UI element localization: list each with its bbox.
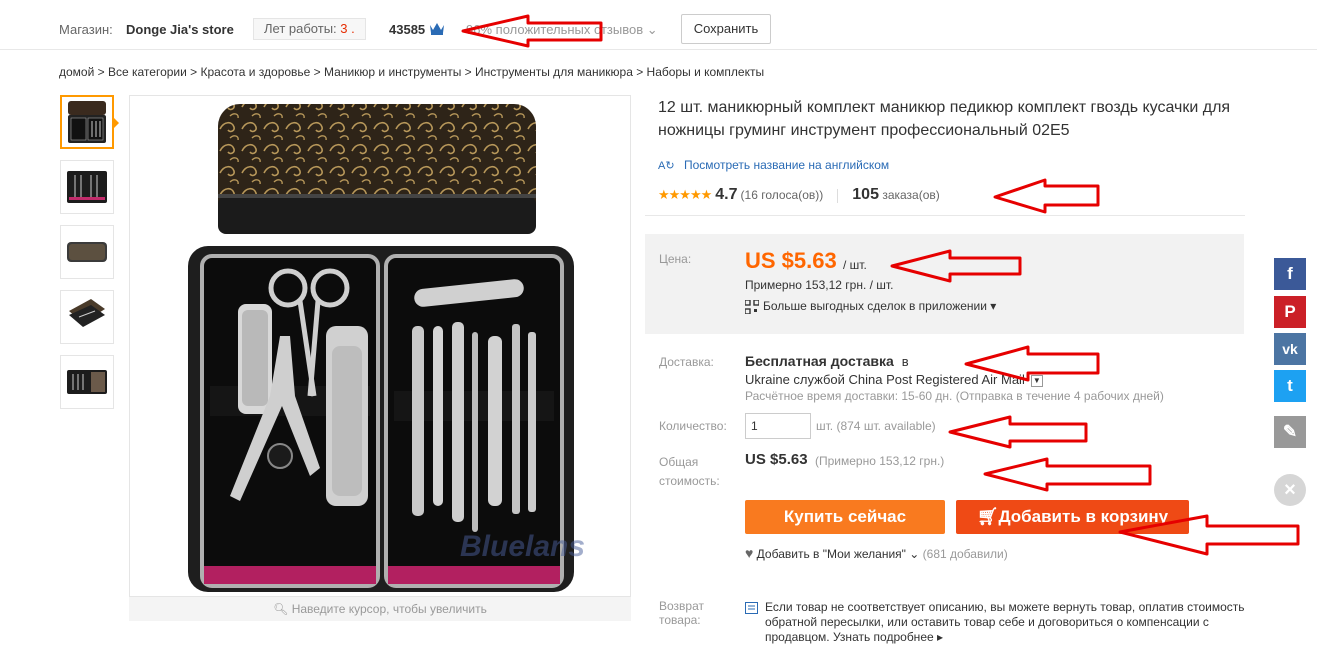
add-to-cart-button[interactable]: 🛒︎Добавить в корзину [956,500,1189,534]
returns-label-line2: товара: [659,613,701,627]
thumbnail-4[interactable] [60,290,114,344]
facebook-icon: f [1287,264,1293,283]
quantity-available: шт. (874 шт. available) [816,419,936,433]
buy-now-button[interactable]: Купить сейчас [745,500,945,534]
crown-icon [430,23,444,35]
shipping-label: Доставка: [659,355,714,369]
watermark-text: Bluelans [460,530,585,563]
cart-icon: 🛒︎ [976,507,999,526]
pencil-icon: ✎ [1282,422,1298,441]
orders-count: 105 [852,186,879,203]
thumbnail-pointer [114,118,119,128]
dropdown-icon[interactable]: ▼ [1030,374,1043,387]
product-title: 12 шт. маникюрный комплект маникюр педик… [658,99,1231,139]
years-badge: Лет работы: 3 . [253,18,366,40]
votes-count[interactable]: (16 голоса(ов)) [741,188,824,202]
translate-title-link[interactable]: A↻ Посмотреть название на английском [658,158,889,172]
quantity-label: Количество: [659,419,727,433]
rating-score: 4.7 [715,186,738,203]
store-bar: Магазин: Donge Jia's store Лет работы: 3… [0,0,1317,50]
rating-divider [837,188,839,203]
total-value: US $5.63 [745,451,808,468]
orders-label: заказа(ов) [882,188,940,202]
shipping-method-text: Ukraine службой China Post Registered Ai… [745,372,1025,387]
store-feedback[interactable]: 96% положительных отзывов ⌄ [466,22,658,38]
returns-label: Возврат товара: [659,599,704,627]
price-approx: Примерно 153,12 грн. / шт. [745,278,894,292]
free-shipping-text: Бесплатная доставка [745,353,894,369]
price-unit: / шт. [843,258,867,272]
thumbnail-image [67,242,107,262]
thumbnail-1[interactable] [60,95,114,149]
pinterest-icon: P [1284,302,1296,321]
twitter-icon: t [1287,376,1293,395]
breadcrumb[interactable]: домой > Все категории > Красота и здоров… [59,65,764,79]
heart-icon: ♥ [745,545,754,561]
thumbnail-5[interactable] [60,355,114,409]
manicure-set-image: Bluelans [188,104,585,592]
feedback-percent: 96% [466,22,493,37]
return-policy-text: Если товар не соответствует описанию, вы… [765,600,1245,645]
zoom-hint: 🔍︎ Наведите курсор, чтобы увеличить [129,597,631,621]
thumbnail-image [67,370,107,394]
price-label: Цена: [659,252,692,266]
zoom-hint-text: Наведите курсор, чтобы увеличить [291,602,487,616]
app-deals-link[interactable]: Больше выгодных сделок в приложении ▾ [745,299,996,314]
add-to-cart-label: Добавить в корзину [998,507,1169,526]
chevron-down-icon: ⌄ [646,22,658,37]
wishlist-count: (681 добавили) [922,547,1008,561]
return-policy-link[interactable]: Узнать подробнее [833,630,934,644]
feedback-label: положительных отзывов [495,22,644,37]
rating-row: ★★★★★ 4.7 (16 голоса(ов)) 105 заказа(ов) [658,186,940,204]
free-shipping-title: Бесплатная доставка в [745,353,909,369]
thumbnail-3[interactable] [60,225,114,279]
rating-stars-icon: ★★★★★ [658,187,712,202]
magnifier-icon: 🔍︎ [273,602,292,616]
shipping-to-prefix: в [901,354,909,369]
store-followers: 43585 [389,22,426,37]
translate-link-text: Посмотреть название на английском [684,158,890,172]
years-value: 3 . [340,21,355,36]
total-label: Общая стоимость: [659,453,720,491]
pinterest-share-button[interactable]: P [1274,296,1306,328]
annotation-arrow [948,415,1088,449]
thumbnail-image [69,299,105,327]
store-name-link[interactable]: Donge Jia's store [126,22,234,37]
years-label: Лет работы: [264,21,337,36]
save-store-button[interactable]: Сохранить [681,14,771,44]
vk-icon: vk [1282,341,1298,357]
vk-share-button[interactable]: vk [1274,333,1306,365]
chevron-right-icon: ▸ [933,630,944,644]
annotation-arrow [983,457,1152,492]
delivery-time: Расчётное время доставки: 15-60 дн. (Отп… [745,389,1164,403]
annotation-arrow [993,178,1100,214]
edit-share-button[interactable]: ✎ [1274,416,1306,448]
total-label-line2: стоимость: [659,474,720,488]
wishlist-row[interactable]: ♥ Добавить в "Мои желания" ⌄ (681 добави… [745,545,1008,561]
thumbnail-image [67,171,107,203]
thumbnail-image [68,101,106,143]
wishlist-label: Добавить в "Мои желания" [756,547,906,561]
total-label-line1: Общая [659,455,699,469]
returns-label-line1: Возврат [659,599,704,613]
caret-down-icon: ▾ [986,299,997,313]
facebook-share-button[interactable]: f [1274,258,1306,290]
app-deals-text: Больше выгодных сделок в приложении [763,299,987,313]
store-label: Магазин: [59,22,113,37]
close-sidebar-button[interactable]: × [1274,474,1306,506]
close-icon: × [1284,479,1296,501]
main-product-image[interactable]: Bluelans [129,95,631,597]
shipping-method-select[interactable]: Ukraine службой China Post Registered Ai… [745,372,1043,387]
thumbnail-2[interactable] [60,160,114,214]
total-approx: (Примерно 153,12 грн.) [815,454,945,468]
divider [645,215,1245,216]
price-value: US $5.63 [745,248,837,273]
return-policy-icon [745,602,758,614]
quantity-input[interactable]: 1 [745,413,811,439]
chevron-down-icon: ⌄ [909,547,920,561]
qr-code-icon [745,299,759,314]
translate-icon: A↻ [658,160,675,172]
price-box [645,234,1244,334]
twitter-share-button[interactable]: t [1274,370,1306,402]
